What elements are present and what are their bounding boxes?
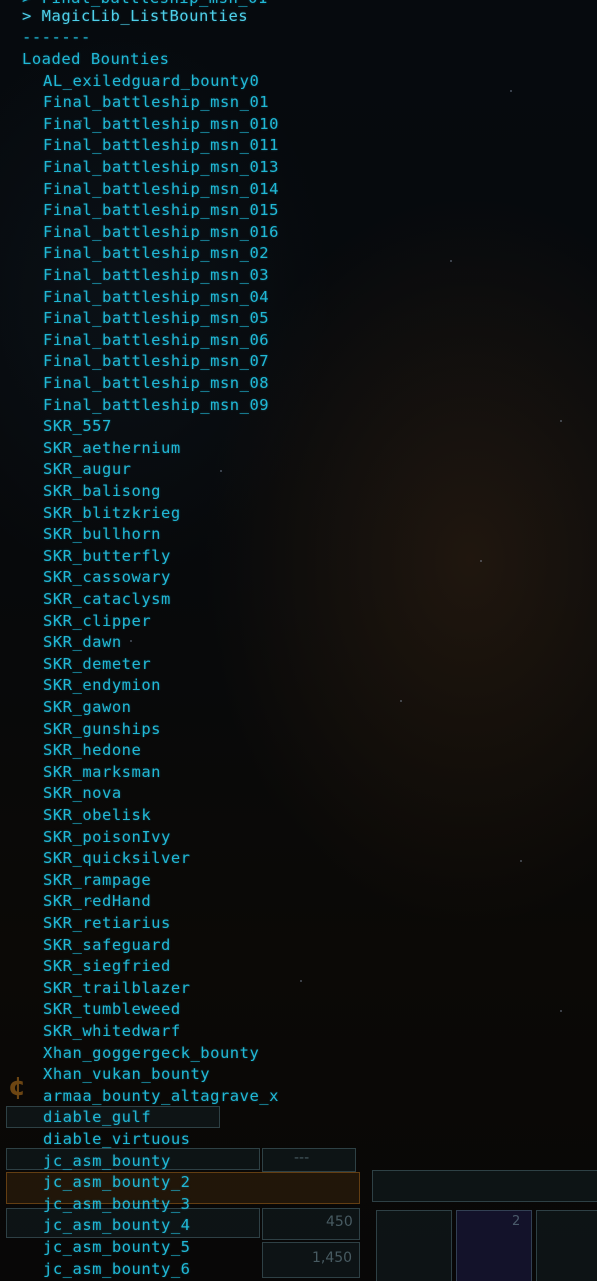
console-command: > MagicLib_ListBounties	[22, 7, 249, 25]
bounty-entry: jc_asm_bounty_3	[43, 1194, 191, 1213]
bounty-entry: SKR_marksman	[43, 762, 161, 781]
bounty-entry: Final_battleship_msn_02	[43, 244, 270, 263]
bounty-entry: SKR_nova	[43, 784, 122, 803]
bounty-entry: SKR_aethernium	[43, 438, 181, 457]
bounty-entry: Final_battleship_msn_015	[43, 201, 279, 220]
bounty-entry: jc_asm_bounty_6	[43, 1259, 191, 1278]
bounty-entry: SKR_bullhorn	[43, 525, 161, 544]
bounty-entry: SKR_gawon	[43, 698, 132, 716]
bounty-entry: Final_battleship_msn_016	[43, 222, 279, 241]
bounty-entry: SKR_dawn	[43, 633, 122, 652]
bounty-entry: diable_gulf	[43, 1108, 152, 1127]
bounty-entry: jc_asm_bounty_4	[43, 1216, 191, 1235]
bounty-entry: armaa_bounty_altagrave_x	[43, 1086, 279, 1105]
bounty-entry: Final_battleship_msn_07	[43, 352, 270, 371]
bounty-entry: Final_battleship_msn_09	[43, 395, 270, 414]
bounty-entry: Final_battleship_msn_013	[43, 158, 279, 176]
bounty-entry: SKR_quicksilver	[43, 849, 191, 868]
bounty-entry: AL_exiledguard_bounty0	[43, 71, 260, 90]
bounty-entry: SKR_rampage	[43, 870, 152, 889]
bounty-entry: SKR_cataclysm	[43, 590, 171, 608]
bounty-entry: SKR_hedone	[43, 741, 142, 760]
bounty-entry: Final_battleship_msn_04	[43, 287, 270, 306]
bounty-entry: SKR_redHand	[43, 892, 152, 911]
bounty-entry: SKR_557	[43, 417, 112, 436]
bounty-entry: SKR_whitedwarf	[43, 1022, 181, 1040]
bounty-entry: SKR_demeter	[43, 654, 152, 673]
bounty-entry: Final_battleship_msn_01	[43, 93, 270, 112]
bounty-entry: SKR_balisong	[43, 482, 161, 500]
bounty-entry: SKR_siegfried	[43, 957, 171, 976]
bounty-entry: Final_battleship_msn_010	[43, 114, 279, 133]
bounty-entry: SKR_tumbleweed	[43, 1000, 181, 1019]
bounty-entry: Xhan_goggergeck_bounty	[43, 1043, 260, 1062]
bounty-entry: SKR_augur	[43, 460, 132, 479]
bounty-entry: Final_battleship_msn_014	[43, 179, 279, 198]
bounty-entry: jc_asm_bounty_2	[43, 1173, 191, 1192]
bounty-entry: SKR_cassowary	[43, 568, 171, 587]
bounty-entry: Final_battleship_msn_03	[43, 266, 270, 284]
bounty-entry: SKR_gunships	[43, 719, 161, 738]
bounty-entry: SKR_endymion	[43, 676, 161, 695]
bounty-entry: Final_battleship_msn_05	[43, 309, 270, 328]
bounty-entry: SKR_blitzkrieg	[43, 503, 181, 522]
bounty-entry: Final_battleship_msn_06	[43, 330, 270, 349]
bounty-entry: SKR_poisonIvy	[43, 827, 171, 846]
bounty-entry: jc_asm_bounty	[43, 1151, 171, 1170]
bounty-entry: jc_asm_bounty_5	[43, 1238, 191, 1256]
console-separator: -------	[22, 28, 91, 46]
console-output: > Final_battleship_msn_01 > MagicLib_Lis…	[0, 0, 597, 1281]
bounty-entry: SKR_retiarius	[43, 914, 171, 932]
bounty-entry: SKR_safeguard	[43, 935, 171, 954]
bounty-entry: Xhan_vukan_bounty	[43, 1065, 211, 1084]
bounty-entry: Final_battleship_msn_08	[43, 374, 270, 392]
bounty-entry: SKR_clipper	[43, 611, 152, 630]
bounty-entry: SKR_obelisk	[43, 806, 152, 824]
console-heading: Loaded Bounties	[22, 50, 170, 68]
bounty-entry: SKR_trailblazer	[43, 978, 191, 997]
bounty-entry: SKR_butterfly	[43, 546, 171, 565]
bounty-entry: Final_battleship_msn_011	[43, 136, 279, 155]
bounty-entry: diable_virtuous	[43, 1130, 191, 1148]
